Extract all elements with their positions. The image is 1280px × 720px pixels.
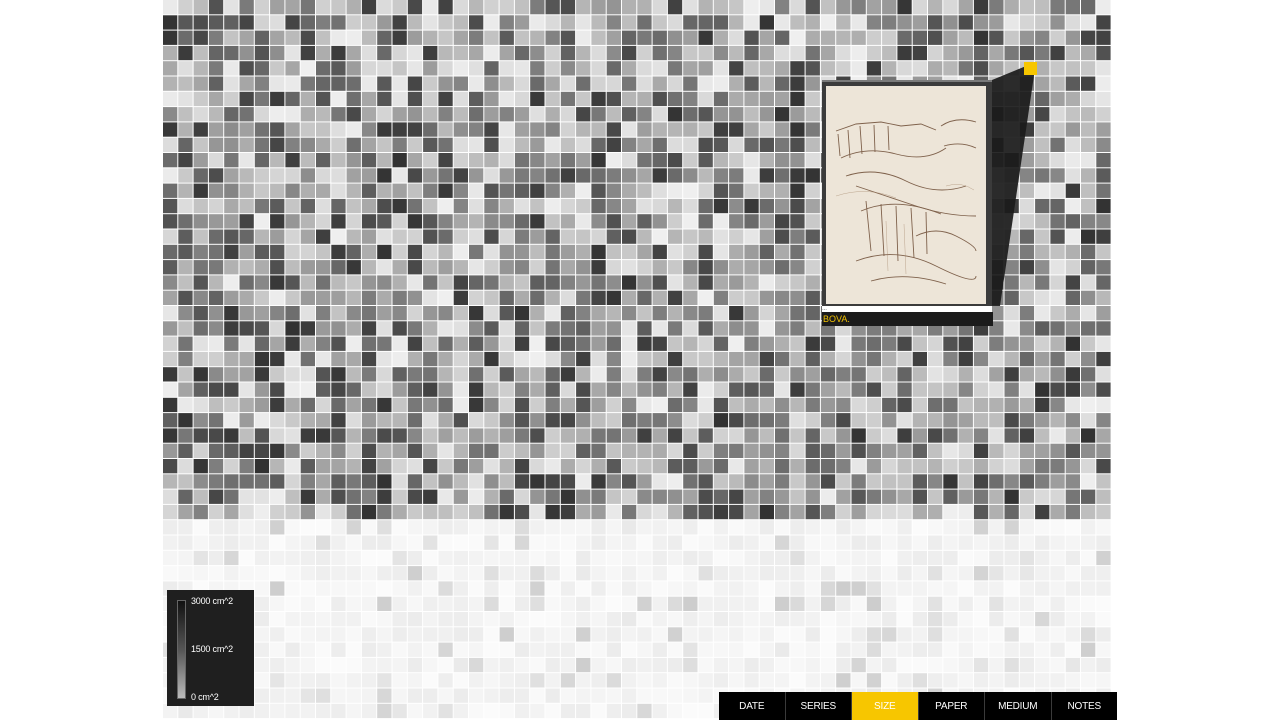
legend-max-label: 3000 cm^2 [191, 596, 233, 606]
view-tabs: DATE SERIES SIZE PAPER MEDIUM NOTES [719, 692, 1117, 720]
sketch-image [826, 86, 986, 304]
tab-series[interactable]: SERIES [786, 692, 852, 720]
tab-date[interactable]: DATE [719, 692, 786, 720]
legend-mid-label: 1500 cm^2 [191, 644, 233, 654]
tab-notes[interactable]: NOTES [1052, 692, 1118, 720]
preview-caption: BOVA. [822, 312, 993, 326]
legend-gradient-bar [177, 600, 186, 699]
artwork-preview[interactable]: … BOVA. [822, 80, 993, 326]
tab-size[interactable]: SIZE [852, 692, 919, 720]
legend-min-label: 0 cm^2 [191, 692, 219, 702]
preview-frame [822, 80, 992, 310]
size-legend: 3000 cm^2 1500 cm^2 0 cm^2 [167, 590, 254, 706]
tab-paper[interactable]: PAPER [919, 692, 985, 720]
artwork-thumbnail[interactable] [826, 86, 986, 304]
tab-medium[interactable]: MEDIUM [985, 692, 1052, 720]
